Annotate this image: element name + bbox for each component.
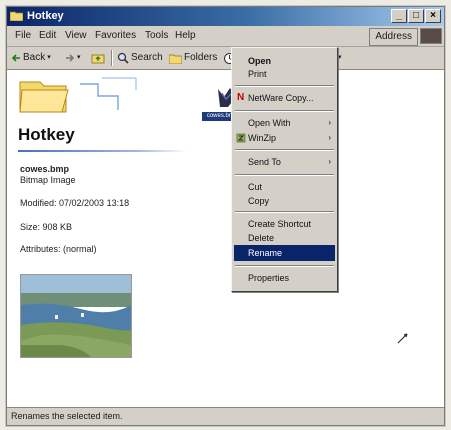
back-button[interactable]: Back ▾	[11, 47, 51, 69]
folder-banner-icon	[19, 77, 137, 113]
folders-label: Folders	[184, 52, 218, 63]
menu-print[interactable]: Print	[234, 66, 335, 82]
menu-properties[interactable]: Properties	[234, 270, 335, 286]
menu-send-to[interactable]: Send To ›	[234, 154, 335, 170]
menu-favorites[interactable]: Favorites	[93, 26, 138, 46]
up-folder-icon	[91, 54, 105, 64]
selected-file-name: cowes.bmp	[20, 164, 70, 174]
submenu-arrow-icon: ›	[328, 118, 331, 127]
chevron-down-icon: ▾	[47, 54, 51, 61]
search-label: Search	[131, 52, 163, 63]
menu-edit[interactable]: Edit	[37, 26, 58, 46]
title-bar[interactable]: Hotkey _ □ ×	[7, 7, 444, 26]
image-preview-thumbnail	[20, 274, 132, 358]
file-size: Size: 908 KB	[20, 222, 73, 232]
menu-separator	[235, 265, 334, 267]
folder-icon	[10, 11, 23, 21]
address-field[interactable]	[420, 28, 442, 44]
menu-help[interactable]: Help	[173, 26, 198, 46]
folder-view[interactable]: Hotkey cowes.bmp Bitmap Image Modified: …	[8, 70, 443, 407]
back-arrow-icon	[11, 54, 20, 62]
menu-winzip[interactable]: WinZip ›	[234, 130, 335, 146]
menu-view[interactable]: View	[63, 26, 89, 46]
menu-separator	[235, 110, 334, 112]
modified-date: Modified: 07/02/2003 13:18	[20, 198, 130, 208]
menu-separator	[235, 211, 334, 213]
search-icon	[117, 52, 129, 64]
selected-file-type: Bitmap Image	[20, 175, 76, 185]
winzip-icon	[236, 133, 246, 143]
menu-open-with[interactable]: Open With ›	[234, 115, 335, 131]
menu-delete[interactable]: Delete	[234, 230, 335, 246]
search-button[interactable]: Search	[117, 47, 163, 69]
menu-separator	[235, 174, 334, 176]
chevron-down-icon: ▾	[338, 54, 342, 61]
maximize-button[interactable]: □	[408, 9, 424, 23]
address-label: Address	[369, 28, 418, 46]
minimize-button[interactable]: _	[391, 9, 407, 23]
submenu-arrow-icon: ›	[328, 157, 331, 166]
status-bar: Renames the selected item.	[7, 407, 444, 425]
window-title: Hotkey	[27, 10, 64, 22]
folders-icon	[169, 54, 182, 64]
close-button[interactable]: ×	[425, 9, 441, 23]
menu-file[interactable]: File	[13, 26, 33, 46]
folders-button[interactable]: Folders	[169, 47, 217, 69]
explorer-window: Hotkey _ □ × File Edit View Favorites To…	[6, 6, 445, 426]
context-menu: Open Print N NetWare Copy... Open With ›…	[231, 47, 338, 292]
folder-title: Hotkey	[18, 125, 75, 144]
up-folder-button[interactable]	[91, 47, 105, 69]
forward-arrow-icon	[66, 54, 75, 62]
menu-netware-copy[interactable]: N NetWare Copy...	[234, 90, 335, 106]
file-attributes: Attributes: (normal)	[20, 244, 97, 254]
netware-icon: N	[237, 92, 245, 103]
forward-button[interactable]: ▾	[65, 47, 81, 69]
window-controls: _ □ ×	[391, 9, 441, 24]
toolbar-separator	[111, 50, 113, 66]
menu-tools[interactable]: Tools	[143, 26, 170, 46]
menu-separator	[235, 149, 334, 151]
chevron-down-icon: ▾	[77, 54, 81, 61]
toolbar: Back ▾ ▾ Search Folders ▾	[7, 47, 444, 70]
menu-copy[interactable]: Copy	[234, 193, 335, 209]
title-underline	[18, 150, 188, 152]
menu-rename[interactable]: Rename	[234, 245, 335, 261]
menu-bar: File Edit View Favorites Tools Help Addr…	[7, 26, 444, 47]
menu-separator	[235, 85, 334, 87]
back-label: Back	[23, 52, 46, 63]
submenu-arrow-icon: ›	[328, 133, 331, 142]
mouse-pointer-icon	[397, 333, 408, 344]
